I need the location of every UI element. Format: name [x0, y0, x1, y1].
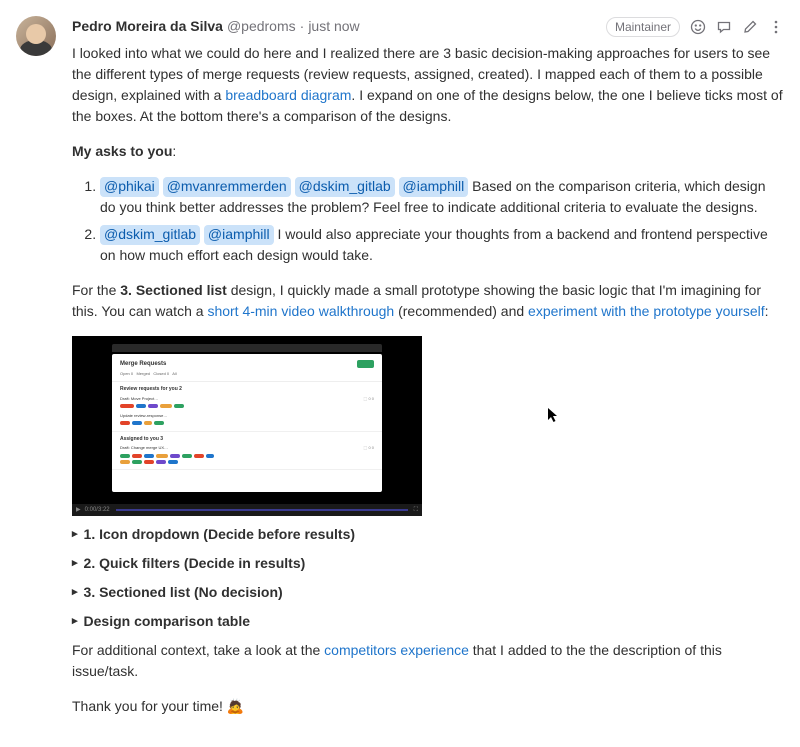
more-icon[interactable]: [768, 19, 784, 35]
text: For the: [72, 282, 120, 298]
mention-dskim[interactable]: @dskim_gitlab: [100, 225, 200, 245]
text: For additional context, take a look at t…: [72, 642, 324, 658]
author-handle[interactable]: @pedroms: [227, 16, 296, 37]
video-title: Merge Requests: [120, 361, 166, 367]
details-2[interactable]: 2. Quick filters (Decide in results): [72, 553, 784, 574]
summary[interactable]: 2. Quick filters (Decide in results): [72, 553, 784, 574]
list-item: @phikai @mvanremmerden @dskim_gitlab @ia…: [100, 176, 784, 218]
list-item: @dskim_gitlab @iamphill I would also app…: [100, 224, 784, 266]
separator-dot: ·: [300, 16, 305, 37]
comment-header: Pedro Moreira da Silva @pedroms · just n…: [72, 16, 784, 37]
summary[interactable]: 1. Icon dropdown (Decide before results): [72, 524, 784, 545]
mention-mvanremmerden[interactable]: @mvanremmerden: [163, 177, 291, 197]
asks-list: @phikai @mvanremmerden @dskim_gitlab @ia…: [72, 176, 784, 266]
prototype-link[interactable]: experiment with the prototype yourself: [528, 303, 765, 319]
mention-dskim[interactable]: @dskim_gitlab: [295, 177, 395, 197]
video-embed[interactable]: Merge Requests Open 0 Merged Closed 0 Al…: [72, 336, 422, 516]
play-icon[interactable]: ▶: [76, 506, 81, 515]
text: I would also appreciate your thoughts fr…: [100, 226, 768, 263]
details-4[interactable]: Design comparison table: [72, 611, 784, 632]
design-name: 3. Sectioned list: [120, 282, 227, 298]
breadboard-link[interactable]: breadboard diagram: [225, 87, 351, 103]
text: :: [765, 303, 769, 319]
summary[interactable]: Design comparison table: [72, 611, 784, 632]
bow-emoji: 🙇: [227, 698, 244, 714]
details-3[interactable]: 3. Sectioned list (No decision): [72, 582, 784, 603]
text: (recommended) and: [394, 303, 528, 319]
mention-iamphill[interactable]: @iamphill: [204, 225, 274, 245]
comment-icon[interactable]: [716, 19, 732, 35]
emoji-icon[interactable]: [690, 19, 706, 35]
avatar[interactable]: [16, 16, 56, 56]
fullscreen-icon[interactable]: ⛶: [414, 506, 418, 515]
role-badge: Maintainer: [606, 17, 680, 37]
text: Thank you for your time!: [72, 698, 227, 714]
summary[interactable]: 3. Sectioned list (No decision): [72, 582, 784, 603]
asks-label: My asks to you: [72, 143, 172, 159]
details-1[interactable]: 1. Icon dropdown (Decide before results): [72, 524, 784, 545]
edit-icon[interactable]: [742, 19, 758, 35]
comment: Pedro Moreira da Silva @pedroms · just n…: [16, 16, 784, 731]
timestamp: just now: [308, 16, 359, 37]
video-link[interactable]: short 4-min video walkthrough: [207, 303, 394, 319]
comment-content: I looked into what we could do here and …: [72, 43, 784, 717]
mention-phikai[interactable]: @phikai: [100, 177, 159, 197]
author-name[interactable]: Pedro Moreira da Silva: [72, 16, 223, 37]
competitors-link[interactable]: competitors experience: [324, 642, 469, 658]
mention-iamphill[interactable]: @iamphill: [399, 177, 469, 197]
